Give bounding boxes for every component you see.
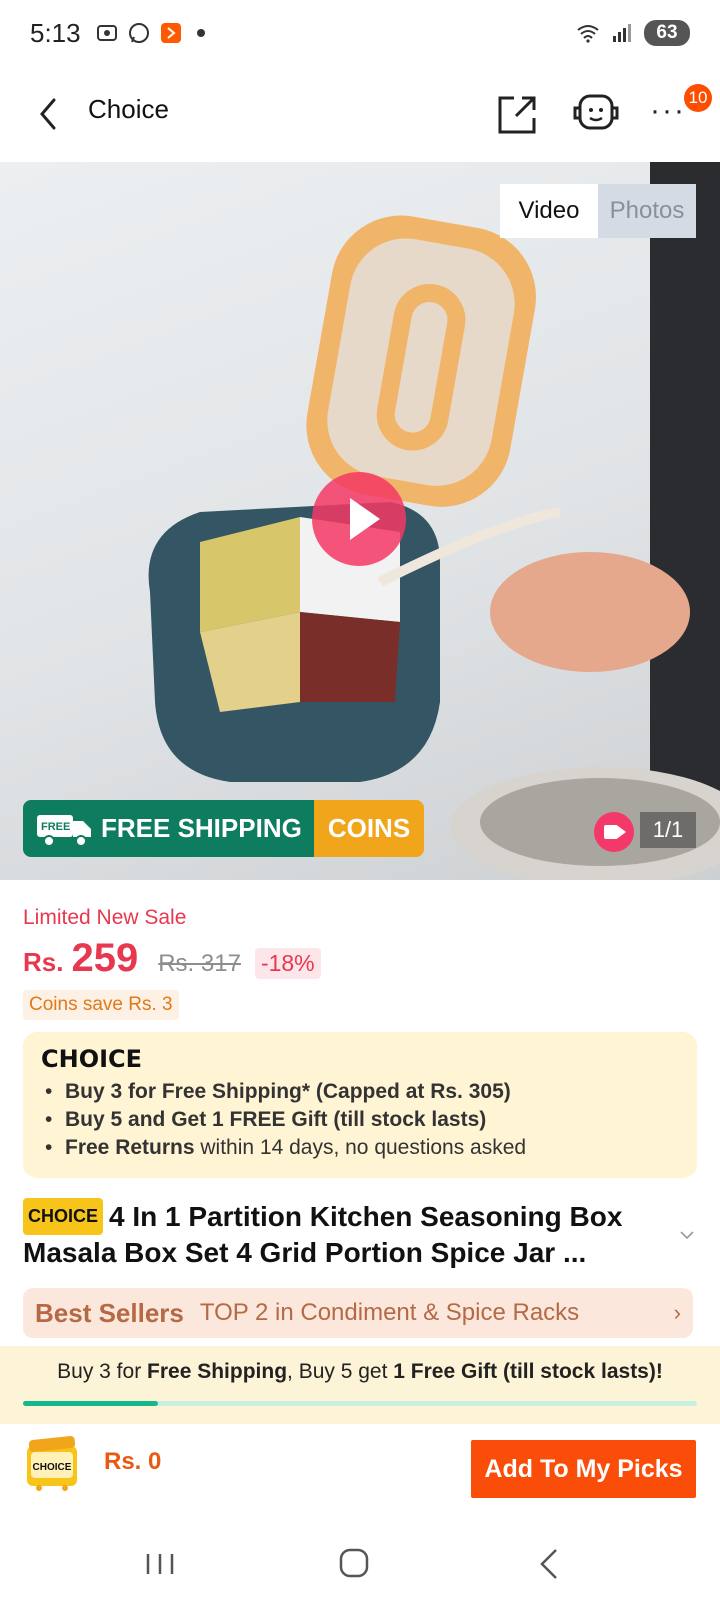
best-sellers-label: Best Sellers xyxy=(35,1297,184,1328)
signal-icon xyxy=(613,24,631,42)
share-icon[interactable] xyxy=(494,90,542,138)
promo-bar: Buy 3 for Free Shipping, Buy 5 get 1 Fre… xyxy=(0,1346,720,1424)
price-row: Rs. 259 Rs. 317 -18% xyxy=(23,936,321,981)
coins-label: COINS xyxy=(313,800,425,857)
promo-part1: Buy 3 for xyxy=(57,1360,148,1383)
nav-back-icon[interactable] xyxy=(530,1546,570,1582)
expand-chevron-icon[interactable] xyxy=(680,1228,694,1242)
add-to-picks-button[interactable]: Add To My Picks xyxy=(471,1440,696,1498)
product-title-text: 4 In 1 Partition Kitchen Seasoning Box M… xyxy=(23,1201,623,1268)
delivery-truck-icon: FREE xyxy=(37,814,91,847)
notification-badge: 10 xyxy=(684,84,712,112)
page-title: Choice xyxy=(88,94,169,124)
status-bar: 5:13 63 xyxy=(0,0,720,66)
top-nav: Choice ··· 10 xyxy=(0,70,720,156)
notification-dot xyxy=(196,29,205,37)
choice-logo: CHOICE xyxy=(41,1045,143,1073)
choice-cart-icon[interactable]: CHOICE xyxy=(23,1432,81,1492)
promo-free-gift: 1 Free Gift (till stock lasts)! xyxy=(393,1360,663,1383)
customer-service-icon[interactable] xyxy=(570,88,622,140)
media-tabs: Video Photos xyxy=(500,184,696,238)
chevron-right-icon: › xyxy=(673,1300,681,1325)
whatsapp-icon xyxy=(128,23,149,43)
back-arrow-icon[interactable] xyxy=(32,94,68,134)
recent-apps-icon[interactable] xyxy=(140,1546,180,1582)
battery-indicator: 63 xyxy=(644,20,690,46)
app-notification-icon xyxy=(160,23,181,43)
promo-text: Buy 3 for Free Shipping, Buy 5 get 1 Fre… xyxy=(0,1360,720,1384)
promo-progress-fill xyxy=(23,1401,158,1406)
best-sellers-rank: TOP 2 in Condiment & Spice Racks xyxy=(199,1299,580,1326)
cart-label: CHOICE xyxy=(33,1462,72,1473)
tab-photos[interactable]: Photos xyxy=(598,184,696,238)
coins-save-badge: Coins save Rs. 3 xyxy=(23,990,179,1020)
product-title[interactable]: CHOICE 4 In 1 Partition Kitchen Seasoning… xyxy=(23,1198,663,1270)
benefit-shipping: Buy 3 for Free Shipping* (Capped at Rs. … xyxy=(65,1080,511,1103)
play-icon[interactable] xyxy=(312,472,406,566)
benefit-returns-title: Free Returns xyxy=(65,1136,195,1159)
system-nav-bar xyxy=(0,1528,720,1600)
benefits-list: Buy 3 for Free Shipping* (Capped at Rs. … xyxy=(41,1078,679,1162)
free-shipping-label: FREE SHIPPING xyxy=(101,813,302,843)
free-shipping-section: FREE FREE SHIPPING xyxy=(23,800,314,857)
current-price: 259 xyxy=(71,936,139,980)
tab-video[interactable]: Video xyxy=(500,184,598,238)
media-counter: 1/1 xyxy=(640,812,696,848)
bottom-action-bar: CHOICE Rs. 0 Add To My Picks xyxy=(0,1428,720,1508)
screenshot-icon xyxy=(96,25,117,41)
best-sellers-bar[interactable]: Best Sellers TOP 2 in Condiment & Spice … xyxy=(23,1288,693,1338)
free-shipping-banner: FREE FREE SHIPPING COINS xyxy=(23,800,425,857)
product-media[interactable]: Video Photos FREE FREE SHIPPING COINS 1/… xyxy=(0,162,720,880)
wifi-icon xyxy=(577,25,599,43)
discount-badge: -18% xyxy=(254,948,321,979)
list-item: Buy 5 and Get 1 FREE Gift (till stock la… xyxy=(41,1106,679,1134)
promo-free-shipping: Free Shipping xyxy=(147,1360,288,1383)
picks-total: Rs. 0 xyxy=(104,1448,162,1475)
original-price: Rs. 317 xyxy=(158,950,241,977)
list-item: Free Returns within 14 days, no question… xyxy=(41,1134,679,1162)
benefit-returns-detail: within 14 days, no questions asked xyxy=(194,1136,527,1159)
sale-label: Limited New Sale xyxy=(23,906,187,929)
choice-benefits[interactable]: CHOICE Buy 3 for Free Shipping* (Capped … xyxy=(23,1032,697,1178)
free-tag: FREE xyxy=(41,821,70,833)
choice-tag: CHOICE xyxy=(23,1198,104,1235)
list-item: Buy 3 for Free Shipping* (Capped at Rs. … xyxy=(41,1078,679,1106)
benefit-gift: Buy 5 and Get 1 FREE Gift (till stock la… xyxy=(65,1108,487,1131)
status-time: 5:13 xyxy=(30,17,81,48)
video-camera-icon[interactable] xyxy=(594,812,634,852)
promo-progress-track xyxy=(23,1401,697,1406)
promo-part3: , Buy 5 get xyxy=(287,1360,394,1383)
price-currency: Rs. xyxy=(23,947,64,977)
home-icon[interactable] xyxy=(334,1546,374,1582)
